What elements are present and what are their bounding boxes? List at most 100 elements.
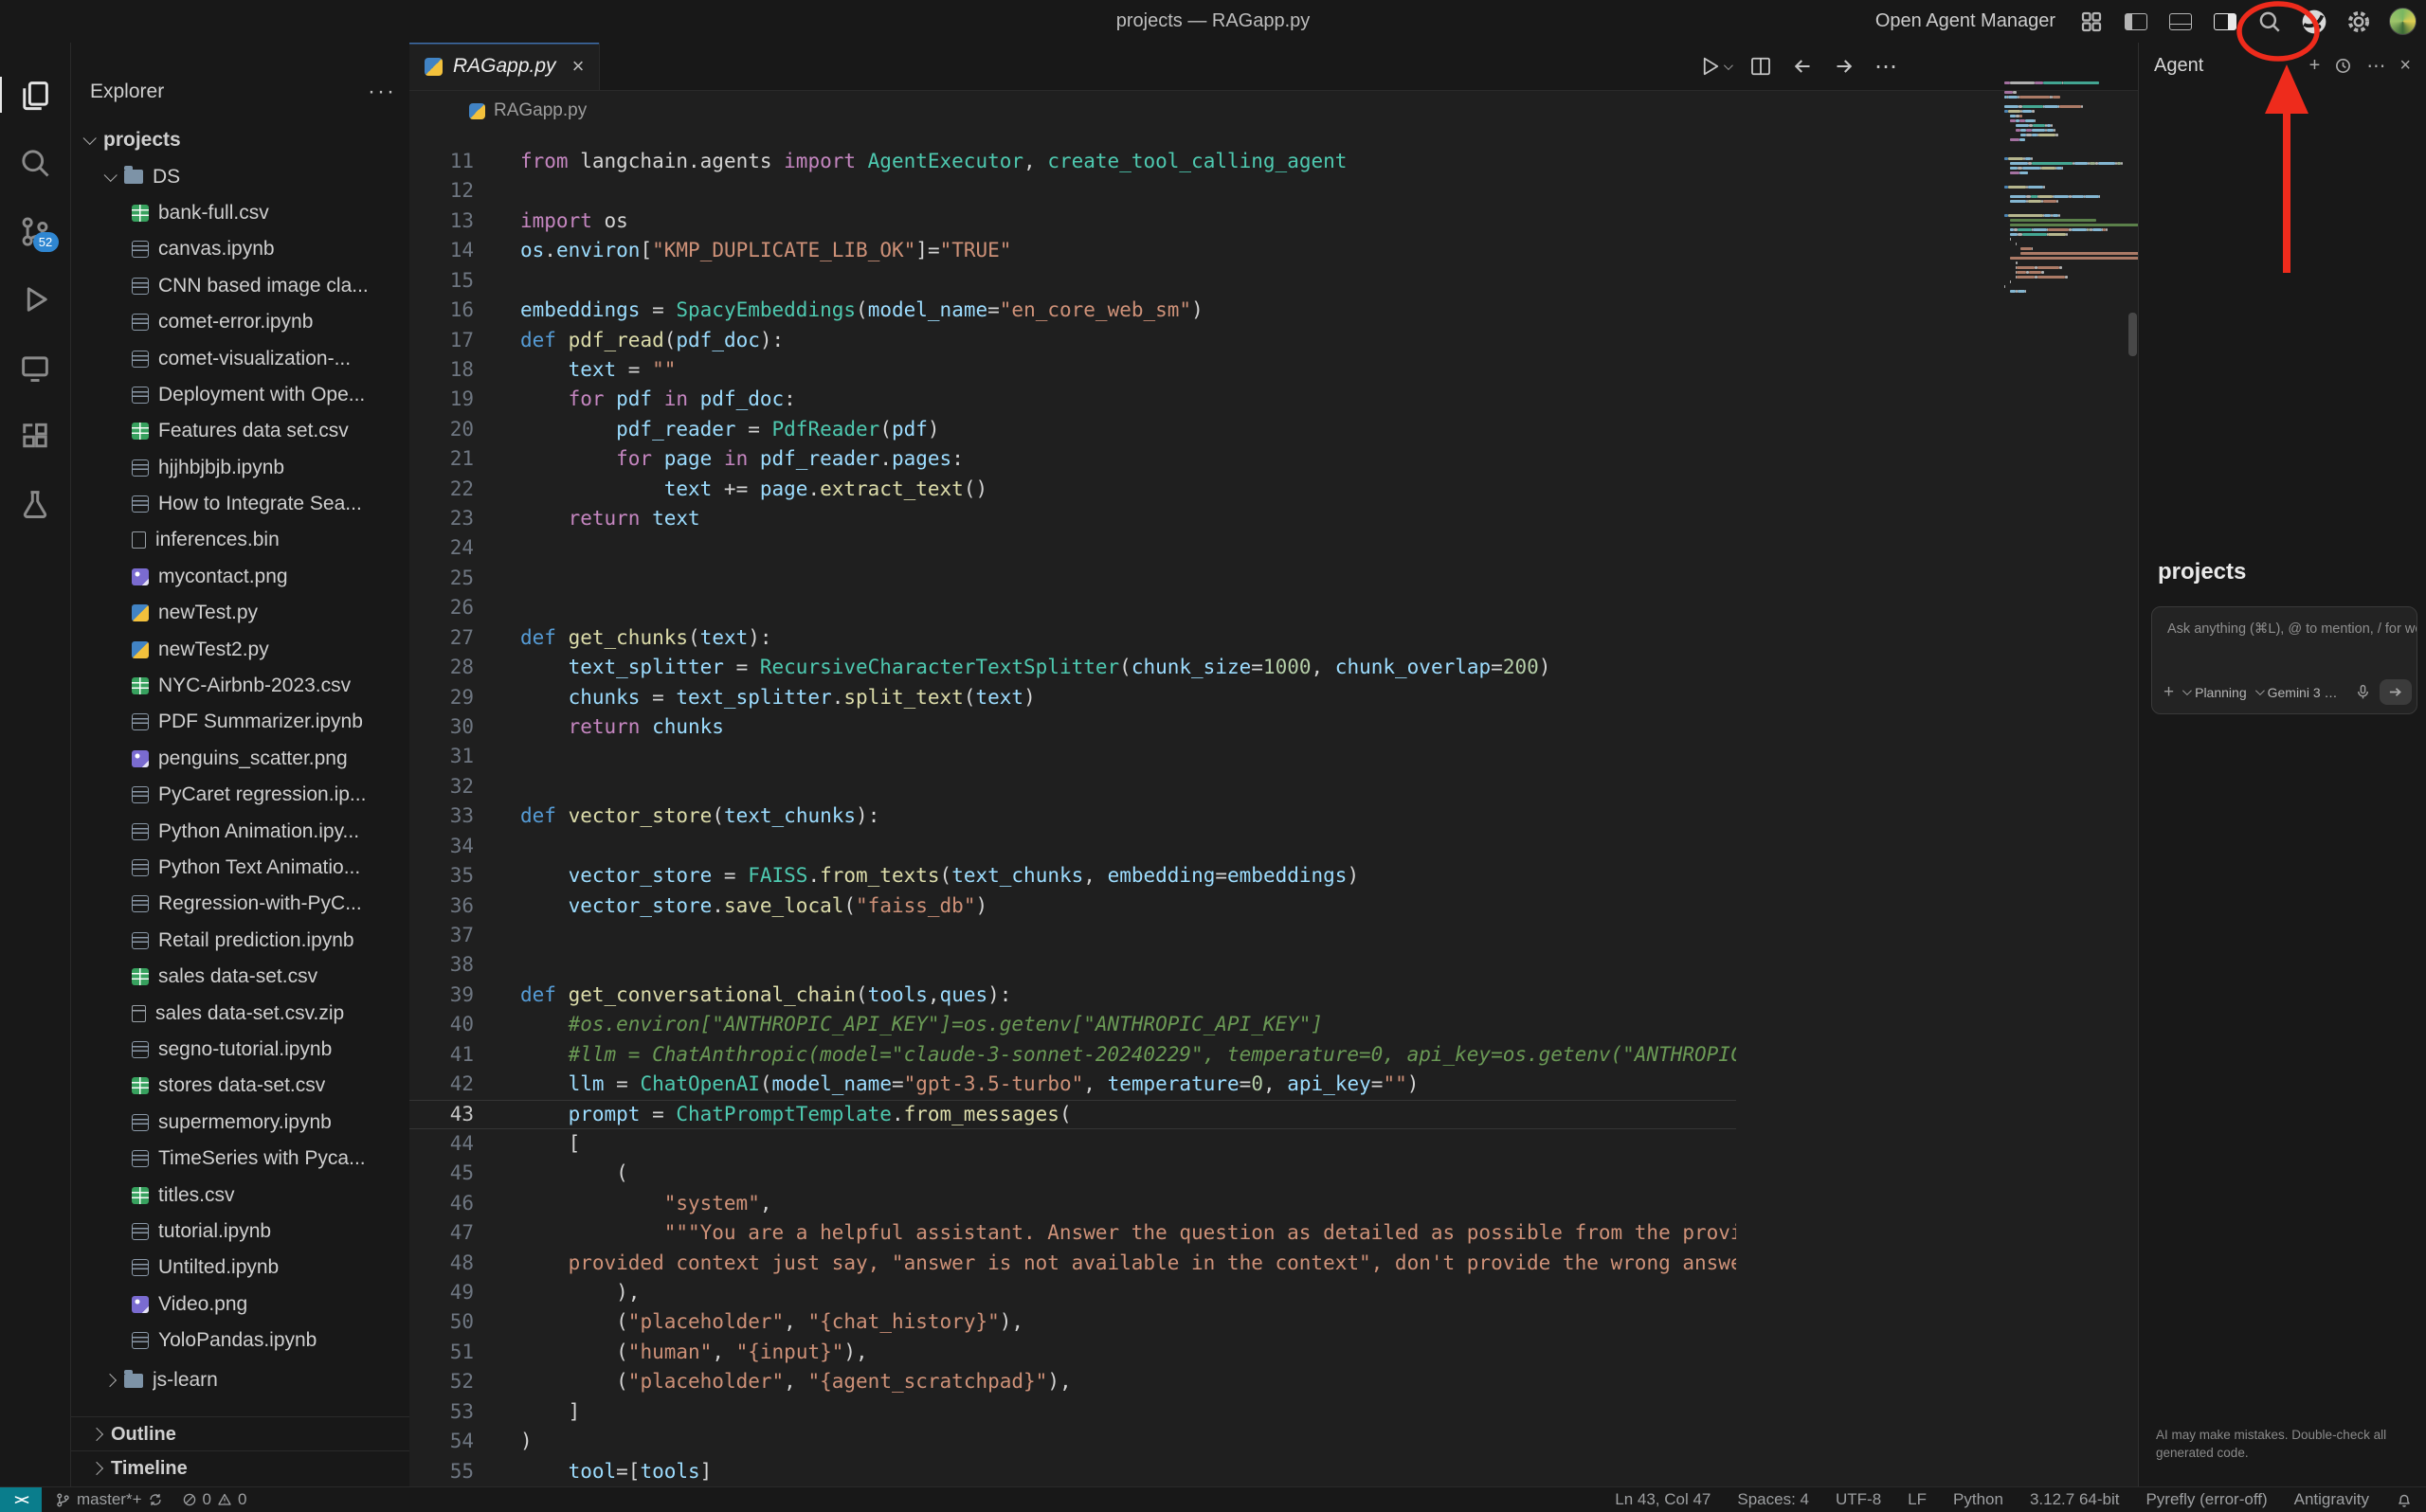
minimap[interactable] — [2004, 81, 2127, 294]
attach-context-icon[interactable]: + — [2163, 682, 2174, 703]
navigate-back-icon[interactable] — [1791, 55, 1814, 78]
file-item[interactable]: sales data-set.csv.zip — [71, 995, 409, 1031]
mode-dropdown[interactable]: Planning — [2182, 685, 2247, 700]
file-item[interactable]: newTest.py — [71, 595, 409, 631]
line-number: 46 — [409, 1189, 474, 1218]
code-line: ) — [520, 1427, 1736, 1456]
split-editor-icon[interactable] — [1749, 55, 1772, 78]
close-tab-icon[interactable]: × — [572, 54, 585, 79]
file-item[interactable]: hjjhbjbjb.ipynb — [71, 450, 409, 486]
send-button[interactable] — [2380, 679, 2412, 705]
file-item[interactable]: TimeSeries with Pyca... — [71, 1141, 409, 1177]
file-item[interactable]: PyCaret regression.ip... — [71, 777, 409, 813]
file-item[interactable]: canvas.ipynb — [71, 231, 409, 267]
account-avatar[interactable] — [2389, 8, 2417, 35]
settings-gear-icon[interactable] — [2345, 8, 2373, 36]
file-item[interactable]: titles.csv — [71, 1177, 409, 1213]
activity-search[interactable] — [0, 139, 71, 187]
microphone-icon[interactable] — [2355, 684, 2371, 700]
file-item[interactable]: comet-visualization-... — [71, 340, 409, 376]
activity-explorer[interactable] — [0, 71, 71, 118]
explorer-more-actions-icon[interactable]: ··· — [368, 79, 396, 105]
file-item[interactable]: How to Integrate Sea... — [71, 486, 409, 522]
activity-remote-explorer[interactable] — [0, 344, 71, 391]
notifications-bell-icon[interactable] — [2396, 1491, 2413, 1508]
line-number: 37 — [409, 921, 474, 950]
toggle-panel-icon[interactable] — [2166, 8, 2195, 36]
file-item[interactable]: YoloPandas.ipynb — [71, 1323, 409, 1359]
antigravity-logo-icon[interactable] — [2300, 8, 2328, 36]
open-agent-manager-button[interactable]: Open Agent Manager — [1875, 10, 2055, 32]
history-icon[interactable] — [2334, 57, 2352, 75]
file-item[interactable]: segno-tutorial.ipynb — [71, 1032, 409, 1068]
agent-input-card[interactable]: Ask anything (⌘L), @ to mention, / for w… — [2151, 606, 2417, 714]
file-item[interactable]: stores data-set.csv — [71, 1068, 409, 1104]
status-item-spaces-4[interactable]: Spaces: 4 — [1737, 1490, 1809, 1509]
git-branch-item[interactable]: master*+ — [55, 1490, 163, 1509]
status-item-utf-8[interactable]: UTF-8 — [1836, 1490, 1881, 1509]
problems-item[interactable]: 0 0 — [182, 1490, 247, 1509]
vertical-scrollbar[interactable] — [2128, 313, 2137, 356]
file-name: bank-full.csv — [158, 202, 269, 225]
tree-folder-ds[interactable]: DS — [71, 158, 409, 194]
toggle-secondary-sidebar-icon[interactable] — [2211, 8, 2239, 36]
breadcrumb[interactable]: RAGapp.py — [409, 91, 2139, 131]
status-item-antigravity[interactable]: Antigravity — [2294, 1490, 2369, 1509]
toggle-primary-sidebar-icon[interactable] — [2122, 8, 2150, 36]
file-item[interactable]: Python Text Animatio... — [71, 850, 409, 886]
file-item[interactable]: Python Animation.ipy... — [71, 813, 409, 849]
new-conversation-icon[interactable]: + — [2309, 55, 2321, 77]
code-editor[interactable]: 1112131415161718192021222324252627282930… — [409, 147, 1736, 1487]
close-panel-icon[interactable]: × — [2399, 55, 2411, 77]
file-item[interactable]: penguins_scatter.png — [71, 741, 409, 777]
code-line: llm = ChatOpenAI(model_name="gpt-3.5-tur… — [520, 1070, 1736, 1099]
remote-explorer-icon — [18, 351, 52, 385]
file-item[interactable]: inferences.bin — [71, 522, 409, 558]
status-item-python[interactable]: Python — [1953, 1490, 2003, 1509]
code-line — [520, 266, 1736, 296]
status-item-pyrefly-error-off-[interactable]: Pyrefly (error-off) — [2145, 1490, 2267, 1509]
file-item[interactable]: mycontact.png — [71, 559, 409, 595]
grid-layout-icon[interactable] — [2077, 8, 2106, 36]
model-dropdown[interactable]: Gemini 3 … — [2255, 685, 2338, 700]
file-item[interactable]: Video.png — [71, 1287, 409, 1323]
file-item[interactable]: newTest2.py — [71, 631, 409, 667]
activity-run-debug[interactable] — [0, 276, 71, 323]
agent-input-placeholder[interactable]: Ask anything (⌘L), @ to mention, / for w… — [2152, 607, 2417, 637]
search-icon[interactable] — [2255, 8, 2284, 36]
activity-source-control[interactable]: 52 — [0, 207, 71, 255]
tab-bar: RAGapp.py × — [409, 43, 2139, 91]
file-item[interactable]: Features data set.csv — [71, 413, 409, 449]
status-item-3-12-7-64-bit[interactable]: 3.12.7 64-bit — [2030, 1490, 2120, 1509]
status-item-lf[interactable]: LF — [1908, 1490, 1927, 1509]
file-item[interactable]: NYC-Airbnb-2023.csv — [71, 668, 409, 704]
code-line: chunks = text_splitter.split_text(text) — [520, 683, 1736, 712]
file-item[interactable]: sales data-set.csv — [71, 959, 409, 995]
run-python-file-button[interactable] — [1698, 55, 1730, 78]
more-actions-icon[interactable]: ⋯ — [1874, 53, 1897, 81]
remote-indicator[interactable]: >< — [0, 1487, 42, 1512]
status-item-ln-43-col-47[interactable]: Ln 43, Col 47 — [1615, 1490, 1711, 1509]
file-item[interactable]: tutorial.ipynb — [71, 1214, 409, 1250]
navigate-forward-icon[interactable] — [1833, 55, 1856, 78]
timeline-section-header[interactable]: Timeline — [71, 1450, 409, 1485]
panel-more-actions-icon[interactable]: ⋯ — [2366, 54, 2385, 78]
file-item[interactable]: CNN based image cla... — [71, 268, 409, 304]
file-item[interactable]: bank-full.csv — [71, 195, 409, 231]
file-item[interactable]: Regression-with-PyC... — [71, 886, 409, 922]
tab-ragapp[interactable]: RAGapp.py × — [409, 43, 600, 90]
activity-extensions[interactable] — [0, 412, 71, 459]
agent-panel-header: Agent + ⋯ × — [2139, 43, 2426, 88]
file-item[interactable]: PDF Summarizer.ipynb — [71, 704, 409, 740]
file-item[interactable]: Retail prediction.ipynb — [71, 923, 409, 959]
outline-section-header[interactable]: Outline — [71, 1416, 409, 1451]
tree-root-projects[interactable]: projects — [71, 122, 409, 158]
line-number: 29 — [409, 683, 474, 712]
file-item[interactable]: Deployment with Ope... — [71, 377, 409, 413]
activity-testing[interactable] — [0, 480, 71, 528]
file-item[interactable]: comet-error.ipynb — [71, 304, 409, 340]
file-item[interactable]: Untilted.ipynb — [71, 1250, 409, 1286]
tree-folder-js-learn[interactable]: js-learn — [71, 1362, 409, 1398]
code-line: [ — [520, 1129, 1736, 1159]
file-item[interactable]: supermemory.ipynb — [71, 1105, 409, 1141]
